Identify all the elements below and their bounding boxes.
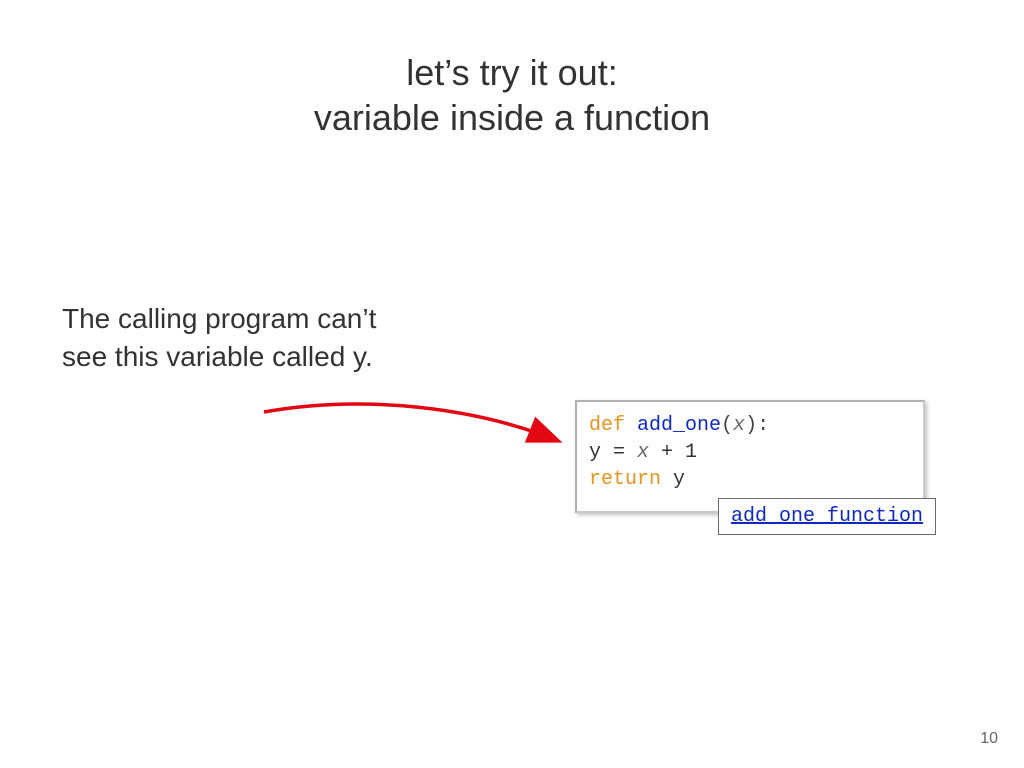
keyword-return: return [589,468,673,491]
code-line-3: return y [589,466,911,493]
page-number: 10 [980,730,998,748]
link-box: add_one_function [718,498,936,535]
assign-after-x: + 1 [649,441,697,464]
param-x: x [733,414,745,437]
slide-title: let’s try it out: variable inside a func… [0,50,1024,140]
return-var: y [673,468,685,491]
code-line-1: def add_one(x): [589,412,911,439]
add-one-function-link[interactable]: add_one_function [731,505,923,528]
body-text: The calling program can’t see this varia… [62,300,392,376]
assign-before-x: y = [589,441,637,464]
var-x: x [637,441,649,464]
code-snippet: def add_one(x): y = x + 1 return y [575,400,925,513]
code-line-2: y = x + 1 [589,439,911,466]
paren-close-colon: ): [745,414,769,437]
function-name: add_one [637,414,721,437]
title-line-1: let’s try it out: [0,50,1024,95]
paren-open: ( [721,414,733,437]
title-line-2: variable inside a function [0,95,1024,140]
keyword-def: def [589,414,637,437]
arrow-icon [256,400,576,460]
slide: let’s try it out: variable inside a func… [0,0,1024,768]
